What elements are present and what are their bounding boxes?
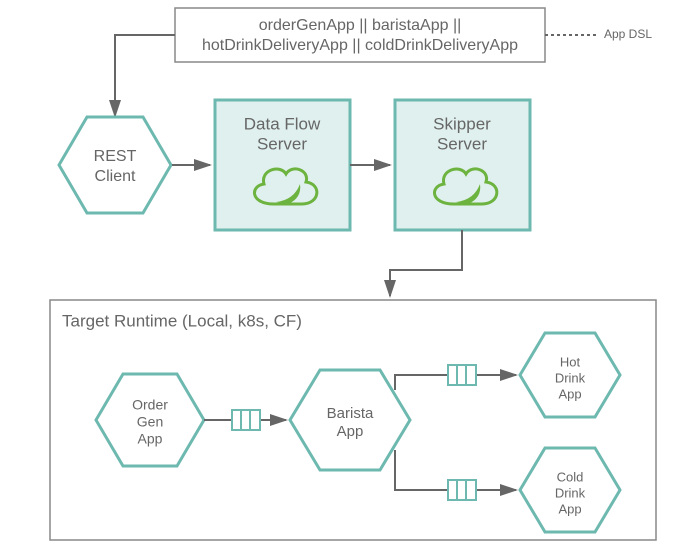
queue-icon [232, 410, 260, 430]
svg-text:Gen: Gen [137, 414, 163, 430]
svg-text:Server: Server [257, 134, 307, 153]
svg-text:REST: REST [94, 148, 137, 165]
svg-text:Client: Client [95, 168, 136, 185]
svg-text:Drink: Drink [555, 370, 586, 385]
svg-text:App: App [337, 423, 364, 440]
svg-text:Hot: Hot [560, 354, 581, 369]
arrow-dsl-to-rest [115, 35, 175, 116]
app-dsl-annotation: App DSL [604, 27, 652, 41]
dataflow-server: Data Flow Server [215, 100, 350, 230]
svg-text:Server: Server [437, 134, 487, 153]
svg-text:Drink: Drink [555, 485, 586, 500]
arrow-skipper-runtime [390, 230, 462, 296]
dsl-box: orderGenApp || baristaApp || hotDrinkDel… [175, 8, 545, 62]
dsl-line1: orderGenApp || baristaApp || [259, 17, 462, 34]
svg-text:App: App [558, 386, 581, 401]
dsl-line2: hotDrinkDeliveryApp || coldDrinkDelivery… [202, 37, 518, 54]
queue-icon [448, 365, 476, 385]
skipper-server: Skipper Server [395, 100, 530, 230]
svg-text:Order: Order [132, 397, 168, 413]
svg-text:Data Flow: Data Flow [244, 114, 321, 133]
runtime-title: Target Runtime (Local, k8s, CF) [62, 311, 302, 330]
svg-text:App: App [558, 501, 581, 516]
svg-text:Skipper: Skipper [433, 114, 491, 133]
svg-text:Cold: Cold [557, 469, 584, 484]
svg-text:App: App [138, 431, 163, 447]
svg-text:Barista: Barista [327, 405, 374, 422]
rest-client-hex: REST Client [59, 117, 171, 213]
queue-icon [448, 480, 476, 500]
